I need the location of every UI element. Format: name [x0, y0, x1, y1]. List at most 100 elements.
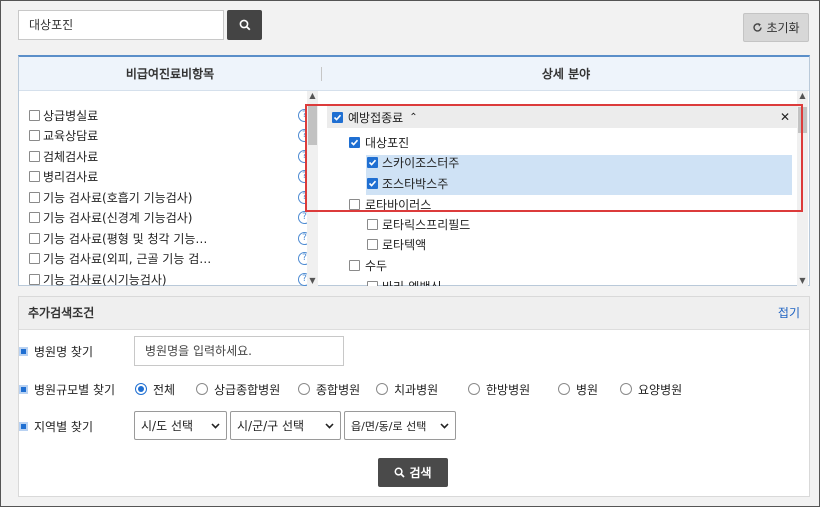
radio-button[interactable]: [468, 383, 480, 395]
chevron-down-icon: [440, 422, 449, 429]
tree-node-label: 수두: [365, 258, 388, 273]
item-label: 기능 검사료(호흡기 기능검사): [43, 190, 193, 205]
select-value: 시/군/구 선택: [237, 419, 305, 433]
radio-all[interactable]: 전체: [135, 381, 175, 397]
search-submit-button[interactable]: 검색: [378, 458, 448, 487]
reset-button[interactable]: 초기화: [743, 13, 809, 42]
search-input[interactable]: 대상포진: [18, 10, 224, 40]
checkbox[interactable]: [29, 252, 40, 264]
label-text: 지역별 찾기: [34, 419, 94, 434]
scroll-down-icon[interactable]: ▼: [797, 276, 808, 286]
radio-dental-hospital[interactable]: 치과병원: [376, 381, 438, 397]
radio-button-selected[interactable]: [135, 383, 147, 395]
tree-leaf[interactable]: 로타릭스프리필드: [367, 214, 470, 234]
item-label: 교육상담료: [43, 128, 99, 143]
checkbox[interactable]: [29, 170, 40, 182]
tree-leaf[interactable]: 바리-엘백신: [367, 276, 442, 286]
checkbox[interactable]: [29, 273, 40, 285]
tree-leaf-label: 로타텍액: [382, 237, 427, 252]
checkbox[interactable]: [29, 191, 40, 203]
checkbox[interactable]: [349, 259, 360, 271]
item-label: 기능 검사료(신경계 기능검사): [43, 210, 193, 225]
scroll-up-icon[interactable]: ▲: [797, 91, 808, 101]
left-category-list: 상급병실료? 교육상담료? 검체검사료? 병리검사료? 기능 검사료(호흡기 기…: [19, 91, 309, 286]
radio-label: 종합병원: [316, 382, 361, 397]
tree-leaf[interactable]: 로타텍액: [367, 234, 426, 254]
advanced-header: 추가검색조건 접기: [19, 297, 809, 330]
city-select[interactable]: 시/군/구 선택: [230, 411, 341, 440]
tree-leaf-label: 바리-엘백신: [382, 278, 442, 287]
item-label: 검체검사료: [43, 149, 99, 164]
radio-hospital[interactable]: 병원: [558, 381, 598, 397]
checkbox[interactable]: [29, 232, 40, 244]
radio-label: 요양병원: [638, 382, 683, 397]
radio-button[interactable]: [558, 383, 570, 395]
hospital-size-label: 병원규모별 찾기: [19, 379, 115, 399]
label-text: 병원규모별 찾기: [34, 382, 116, 397]
checkbox[interactable]: [29, 211, 40, 223]
search-button[interactable]: [227, 10, 262, 40]
radio-button[interactable]: [620, 383, 632, 395]
search-icon: [395, 467, 406, 478]
list-item[interactable]: 기능 검사료(평형 및 청각 기능…?: [29, 228, 309, 248]
right-header: 상세 분야: [541, 67, 591, 81]
province-select[interactable]: 시/도 선택: [134, 411, 227, 440]
select-value: 시/도 선택: [141, 419, 194, 433]
reset-label: 초기화: [766, 21, 800, 35]
bullet-icon: [19, 384, 28, 394]
radio-tertiary-hospital[interactable]: 상급종합병원: [196, 381, 280, 397]
list-item[interactable]: 상급병실료?: [29, 105, 309, 125]
chevron-down-icon: [211, 422, 220, 429]
panel-header: 비급여진료비항목 상세 분야: [19, 57, 809, 91]
list-item[interactable]: 기능 검사료(호흡기 기능검사)?: [29, 187, 309, 207]
checkbox[interactable]: [367, 218, 378, 230]
hospital-name-input[interactable]: 병원명을 입력하세요.: [134, 336, 344, 366]
checkbox[interactable]: [29, 109, 40, 121]
radio-label: 병원: [576, 382, 599, 397]
refresh-icon: [753, 23, 763, 32]
item-label: 상급병실료: [43, 108, 99, 123]
item-label: 기능 검사료(외피, 근골 기능 검…: [43, 251, 212, 266]
bullet-icon: [19, 346, 28, 356]
radio-label: 전체: [153, 382, 176, 397]
radio-oriental-hospital[interactable]: 한방병원: [468, 381, 530, 397]
radio-nursing-hospital[interactable]: 요양병원: [620, 381, 682, 397]
left-header: 비급여진료비항목: [125, 67, 215, 81]
label-text: 병원명 찾기: [34, 344, 94, 359]
advanced-title: 추가검색조건: [28, 306, 95, 320]
chevron-down-icon: [325, 422, 334, 429]
tree-node[interactable]: 수두: [349, 255, 387, 275]
tree-leaf-label: 로타릭스프리필드: [382, 217, 471, 232]
radio-label: 상급종합병원: [214, 382, 281, 397]
radio-button[interactable]: [376, 383, 388, 395]
region-label: 지역별 찾기: [19, 416, 93, 436]
list-item[interactable]: 기능 검사료(신경계 기능검사)?: [29, 207, 309, 227]
radio-button[interactable]: [196, 383, 208, 395]
highlight-box: [305, 104, 803, 212]
bullet-icon: [19, 421, 28, 431]
item-label: 기능 검사료(시기능검사): [43, 272, 167, 287]
checkbox[interactable]: [367, 238, 378, 250]
scroll-down-icon[interactable]: ▼: [307, 276, 318, 286]
search-submit-label: 검색: [409, 466, 432, 480]
town-select[interactable]: 읍/면/동/로 선택: [344, 411, 456, 440]
checkbox[interactable]: [29, 150, 40, 162]
radio-label: 한방병원: [486, 382, 531, 397]
radio-label: 치과병원: [394, 382, 439, 397]
item-label: 병리검사료: [43, 169, 99, 184]
list-item[interactable]: 기능 검사료(외피, 근골 기능 검…?: [29, 248, 309, 268]
radio-general-hospital[interactable]: 종합병원: [298, 381, 360, 397]
list-item[interactable]: 교육상담료?: [29, 125, 309, 145]
scroll-up-icon[interactable]: ▲: [307, 91, 318, 101]
list-item[interactable]: 검체검사료?: [29, 146, 309, 166]
radio-button[interactable]: [298, 383, 310, 395]
hospital-name-label: 병원명 찾기: [19, 341, 93, 361]
collapse-link[interactable]: 접기: [778, 297, 800, 330]
select-value: 읍/면/동/로 선택: [351, 419, 427, 433]
checkbox[interactable]: [29, 129, 40, 141]
search-icon: [239, 19, 250, 31]
list-item[interactable]: 병리검사료?: [29, 166, 309, 186]
list-item[interactable]: 기능 검사료(시기능검사)?: [29, 269, 309, 287]
checkbox[interactable]: [367, 280, 378, 286]
item-label: 기능 검사료(평형 및 청각 기능…: [43, 231, 208, 246]
